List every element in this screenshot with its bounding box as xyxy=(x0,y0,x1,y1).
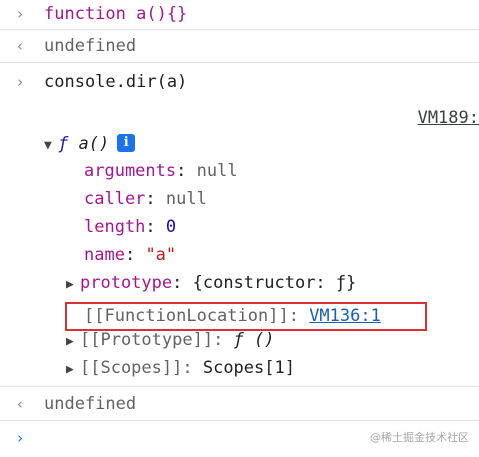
property-key: [[Prototype]] xyxy=(80,330,214,350)
function-signature: a() xyxy=(78,134,110,154)
console-input-text[interactable]: function a(){} xyxy=(44,0,187,28)
console-output-row: ‹ undefined xyxy=(0,32,479,60)
property-row-prototype[interactable]: ▶ prototype: {constructor: ƒ} xyxy=(0,269,479,297)
property-row: length: 0 xyxy=(84,217,177,237)
console-output-text: undefined xyxy=(44,394,137,414)
expanded-triangle-icon[interactable]: ▼ xyxy=(44,132,58,160)
collapsed-triangle-icon[interactable]: ▶ xyxy=(66,328,80,356)
property-value: Scopes[1] xyxy=(202,358,295,378)
collapsed-triangle-icon[interactable]: ▶ xyxy=(66,356,80,384)
property-value: null xyxy=(196,161,238,181)
input-prompt-icon: › xyxy=(15,5,25,23)
console-input-row[interactable]: › console.dir(a) xyxy=(0,68,479,96)
console-input-text[interactable]: console.dir(a) xyxy=(44,68,187,96)
property-value: ƒ () xyxy=(233,330,275,350)
property-key: length xyxy=(84,217,146,237)
property-key: caller xyxy=(84,189,146,209)
property-row: name: "a" xyxy=(84,245,177,265)
property-key: prototype xyxy=(80,273,173,293)
property-row: caller: null xyxy=(84,189,207,209)
property-key: arguments xyxy=(84,161,177,181)
property-value: "a" xyxy=(145,245,177,265)
property-row-internal-prototype[interactable]: ▶ [[Prototype]]: ƒ () xyxy=(0,326,479,354)
return-arrow-icon: ‹ xyxy=(15,395,25,413)
collapsed-triangle-icon[interactable]: ▶ xyxy=(66,271,80,299)
property-value: null xyxy=(165,189,207,209)
console-input-row[interactable]: › function a(){} xyxy=(0,0,479,28)
console-output-text: undefined xyxy=(44,36,137,56)
source-link[interactable]: VM189: xyxy=(418,104,479,132)
input-prompt-icon: › xyxy=(15,429,25,447)
property-row: arguments: null xyxy=(84,161,238,181)
property-key: name xyxy=(84,245,125,265)
return-arrow-icon: ‹ xyxy=(15,37,25,55)
property-row-scopes[interactable]: ▶ [[Scopes]]: Scopes[1] xyxy=(0,354,479,382)
input-prompt-icon: › xyxy=(15,73,25,91)
info-icon[interactable]: i xyxy=(117,133,136,152)
property-key: [[Scopes]] xyxy=(80,358,183,378)
property-value: 0 xyxy=(165,217,177,237)
console-output-row: ‹ undefined xyxy=(0,390,479,418)
property-value: {constructor: ƒ} xyxy=(192,273,357,293)
object-header[interactable]: ▼ ƒ a() i xyxy=(0,130,479,158)
function-symbol: ƒ xyxy=(58,134,69,154)
watermark: @稀土掘金技术社区 xyxy=(370,431,469,444)
